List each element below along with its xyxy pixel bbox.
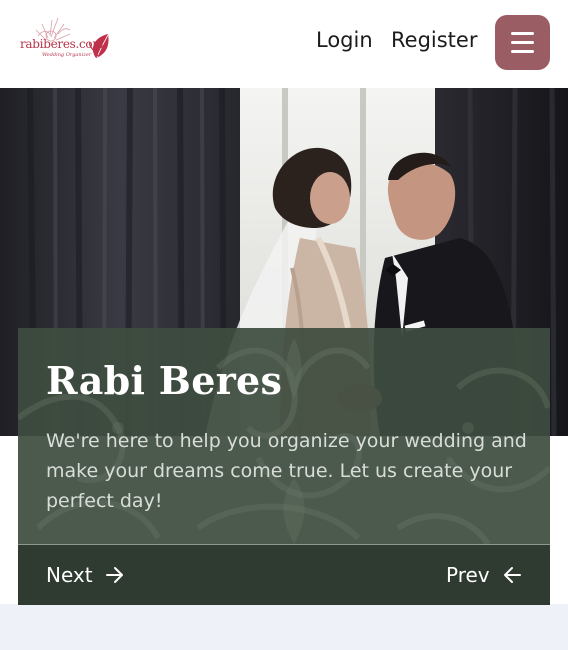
site-logo[interactable]: rabiberes.com Wedding Organizer — [18, 16, 114, 64]
hero-caption-card: Rabi Beres We're here to help you organi… — [18, 328, 550, 544]
hero-title: Rabi Beres — [46, 358, 283, 403]
login-link[interactable]: Login — [316, 28, 373, 52]
logo-tagline: Wedding Organizer — [42, 52, 92, 58]
page: rabiberes.com Wedding Organizer Login Re… — [0, 0, 568, 650]
site-header: rabiberes.com Wedding Organizer Login Re… — [0, 0, 568, 88]
register-link[interactable]: Register — [391, 28, 477, 52]
menu-button[interactable] — [495, 15, 550, 70]
prev-label: Prev — [446, 563, 490, 587]
hamburger-menu-icon — [511, 32, 534, 35]
logo-text: rabiberes.com — [20, 37, 104, 51]
slider-controls: Next Prev — [18, 544, 550, 605]
arrow-left-icon — [504, 567, 521, 583]
next-section-band — [0, 604, 568, 650]
prev-button[interactable]: Prev — [446, 563, 522, 587]
arrow-right-icon — [105, 567, 123, 583]
next-label: Next — [46, 563, 93, 587]
hero-description: We're here to help you organize your wed… — [46, 430, 527, 512]
next-button[interactable]: Next — [46, 563, 125, 587]
